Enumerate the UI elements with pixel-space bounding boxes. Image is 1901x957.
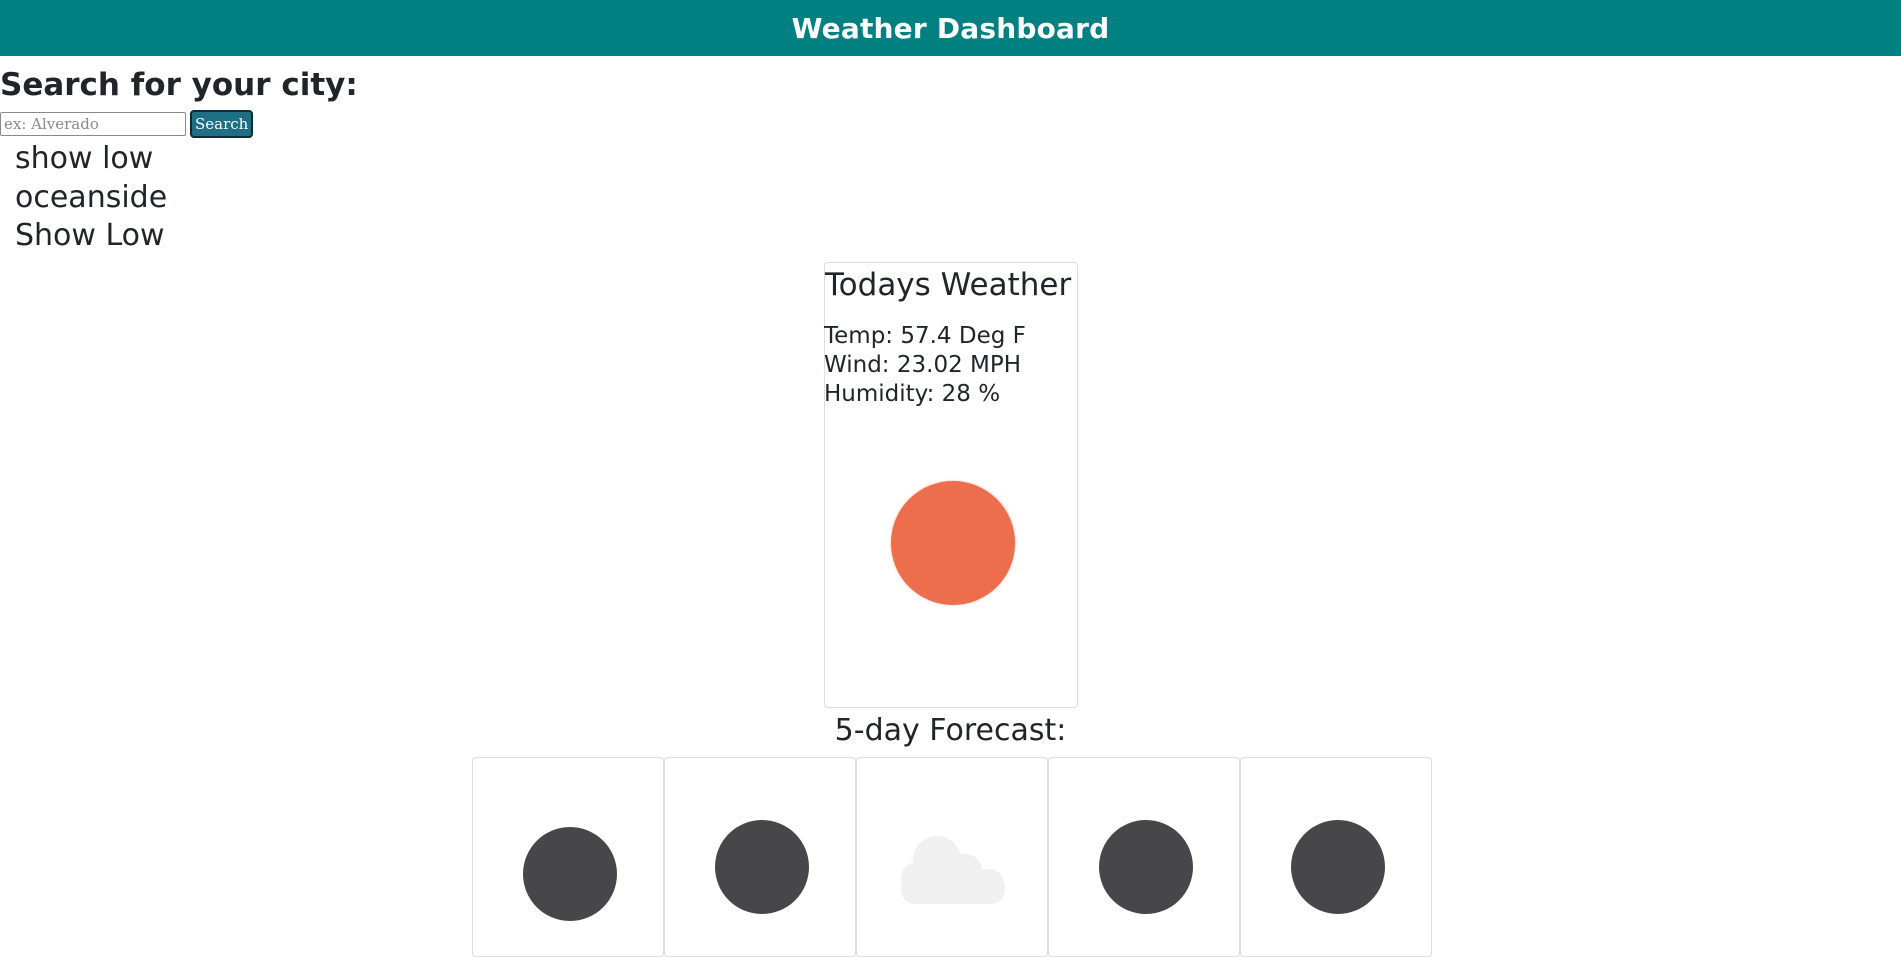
forecast-day-card bbox=[664, 757, 856, 957]
page-title: Weather Dashboard bbox=[791, 11, 1110, 45]
moon-icon bbox=[715, 820, 809, 914]
forecast-day-card bbox=[1240, 757, 1432, 957]
moon-icon bbox=[1291, 820, 1385, 914]
history-item-oceanside[interactable]: oceanside bbox=[15, 179, 167, 218]
sun-icon bbox=[891, 481, 1015, 605]
search-history-list: show low oceanside Show Low bbox=[15, 140, 167, 256]
cloud-icon bbox=[901, 836, 1005, 904]
city-search-input[interactable] bbox=[0, 112, 186, 136]
today-wind: Wind: 23.02 MPH bbox=[824, 352, 1022, 378]
forecast-day-card bbox=[856, 757, 1048, 957]
app-header: Weather Dashboard bbox=[0, 0, 1901, 56]
forecast-day-card bbox=[1048, 757, 1240, 957]
todays-weather-title: Todays Weather bbox=[825, 267, 1072, 303]
forecast-heading: 5-day Forecast: bbox=[834, 713, 1067, 748]
forecast-day-card bbox=[472, 757, 664, 957]
today-temp: Temp: 57.4 Deg F bbox=[824, 323, 1026, 349]
search-heading: Search for your city: bbox=[0, 67, 358, 103]
moon-icon bbox=[523, 827, 617, 921]
history-item-show-low[interactable]: show low bbox=[15, 140, 167, 179]
today-humidity: Humidity: 28 % bbox=[824, 381, 1001, 407]
search-form: Search bbox=[0, 110, 254, 138]
moon-icon bbox=[1099, 820, 1193, 914]
history-item-show-low-2[interactable]: Show Low bbox=[15, 217, 167, 256]
search-button[interactable]: Search bbox=[190, 110, 254, 138]
